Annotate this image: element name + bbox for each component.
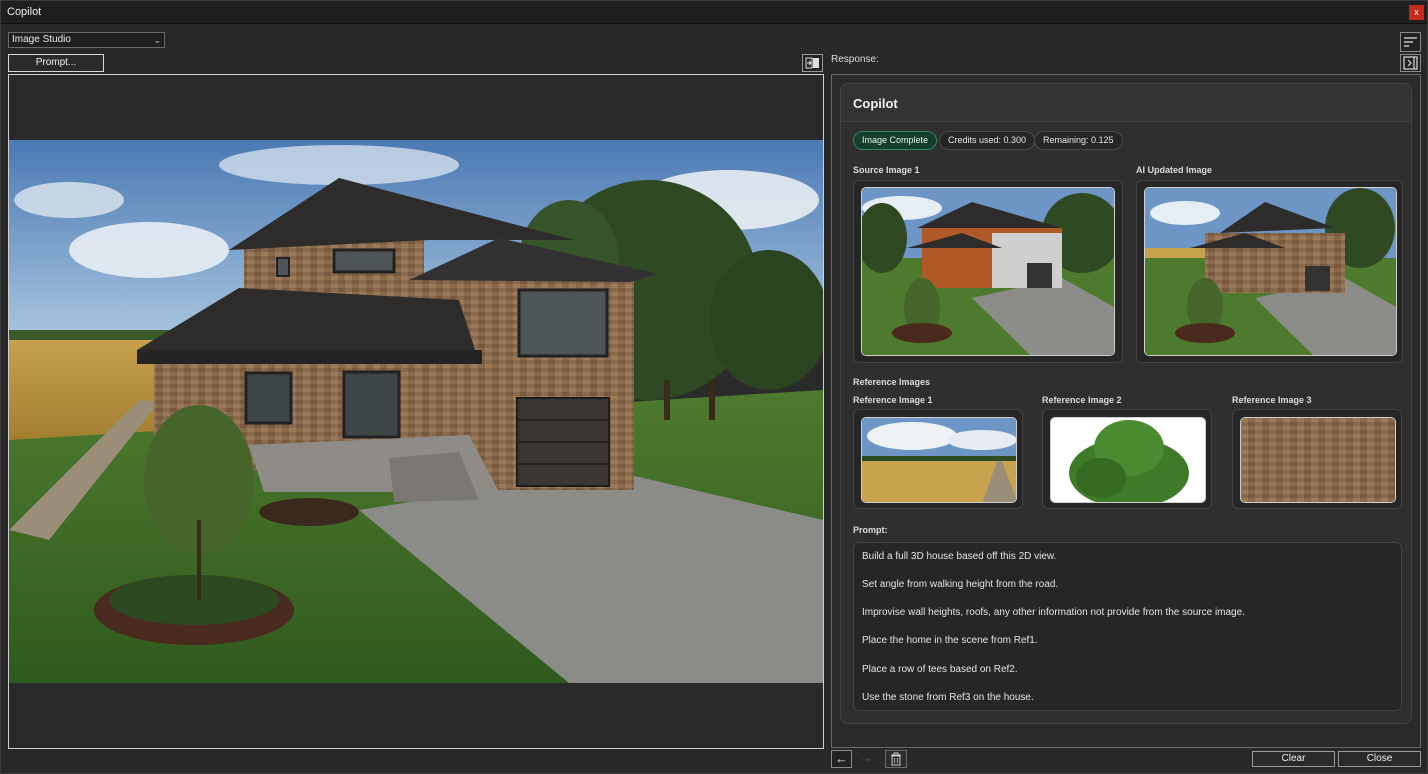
collapse-panel-icon[interactable]: [1400, 54, 1421, 72]
card-title: Copilot: [853, 96, 898, 111]
card-header: Copilot: [841, 84, 1411, 122]
reference-frame-1: [853, 409, 1023, 509]
source-image-frame: [853, 180, 1123, 363]
close-icon[interactable]: x: [1409, 5, 1424, 20]
sort-lines-icon[interactable]: [1400, 32, 1421, 52]
source-image-label: Source Image 1: [853, 165, 920, 175]
prompt-line: Place a row of tees based on Ref2.: [862, 664, 1018, 675]
prompt-line: Use the stone from Ref3 on the house.: [862, 692, 1034, 703]
arrow-right-icon: →: [860, 750, 873, 765]
title-bar: Copilot x: [1, 1, 1427, 24]
updated-image-label: AI Updated Image: [1136, 165, 1213, 175]
response-label: Response:: [831, 54, 879, 65]
reference-images-header: Reference Images: [853, 377, 931, 387]
reference-image-label: Reference Image 3: [1232, 395, 1312, 405]
chevron-down-icon: ⌄: [153, 35, 161, 45]
reference-image-label: Reference Image 1: [853, 395, 933, 405]
arrow-left-icon[interactable]: ←: [831, 750, 852, 768]
reference-image-1-thumbnail[interactable]: [861, 417, 1017, 503]
credits-used-badge: Credits used: 0.300: [939, 131, 1036, 150]
prompt-line: Improvise wall heights, roofs, any other…: [862, 607, 1245, 618]
copilot-response-card: Copilot Image Complete Credits used: 0.3…: [840, 83, 1412, 724]
reference-image-3-thumbnail[interactable]: [1240, 417, 1396, 503]
source-image-thumbnail[interactable]: [861, 187, 1115, 356]
prompt-line: Set angle from walking height from the r…: [862, 579, 1059, 590]
prompt-line: Build a full 3D house based off this 2D …: [862, 551, 1057, 562]
reference-frame-2: [1042, 409, 1212, 509]
response-pane[interactable]: Copilot Image Complete Credits used: 0.3…: [831, 74, 1421, 748]
status-badge: Image Complete: [853, 131, 938, 150]
remaining-badge: Remaining: 0.125: [1034, 131, 1123, 150]
updated-image-frame: [1136, 180, 1403, 363]
updated-image-thumbnail[interactable]: [1144, 187, 1397, 356]
reference-frame-3: [1232, 409, 1402, 509]
prompt-line: Place the home in the scene from Ref1.: [862, 635, 1038, 646]
prompt-button[interactable]: Prompt...: [8, 54, 104, 72]
swap-panels-icon[interactable]: [802, 54, 823, 72]
reference-image-label: Reference Image 2: [1042, 395, 1122, 405]
mode-select-value: Image Studio: [12, 34, 71, 45]
rendered-house-image: [9, 140, 823, 683]
trash-icon[interactable]: [885, 750, 907, 768]
prompt-text-box[interactable]: Build a full 3D house based off this 2D …: [853, 542, 1402, 711]
mode-select[interactable]: Image Studio ⌄: [8, 32, 165, 48]
prompt-header: Prompt:: [853, 525, 888, 535]
clear-button[interactable]: Clear: [1252, 751, 1335, 767]
image-viewport[interactable]: [8, 74, 824, 749]
copilot-window: Copilot x Image Studio ⌄ Prompt... Respo…: [0, 0, 1428, 774]
reference-image-2-thumbnail[interactable]: [1050, 417, 1206, 503]
close-button[interactable]: Close: [1338, 751, 1421, 767]
window-title: Copilot: [7, 6, 42, 18]
